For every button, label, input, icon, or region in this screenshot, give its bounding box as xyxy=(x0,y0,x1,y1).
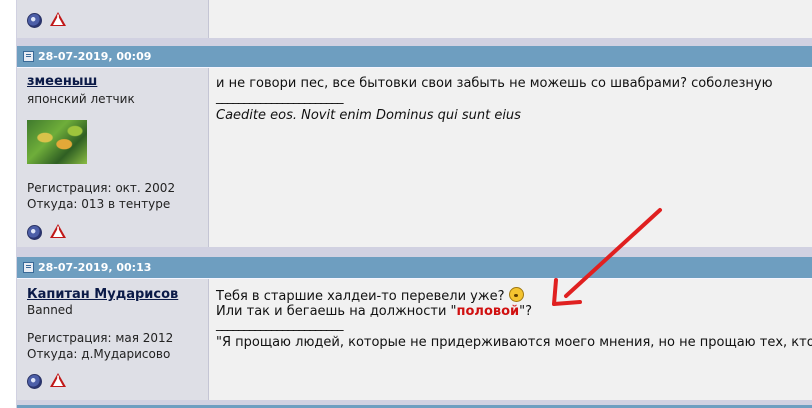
annotation-arrow xyxy=(552,208,662,306)
